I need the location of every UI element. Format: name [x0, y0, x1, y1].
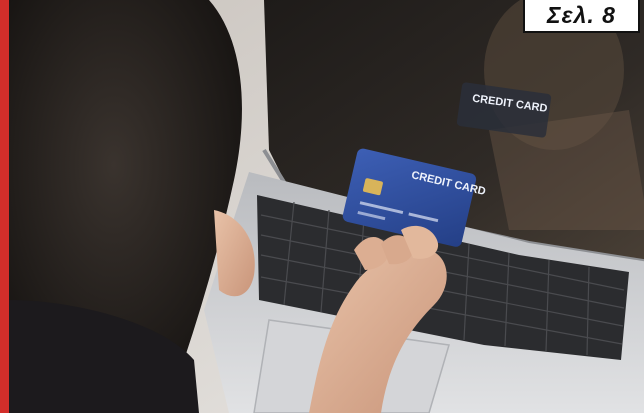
accent-bar — [0, 0, 9, 413]
photo-person-paying-with-credit-card: CREDIT CARD CREDIT CARD — [9, 0, 644, 413]
page-number-badge: Σελ. 8 — [523, 0, 640, 33]
article-photo-frame: CREDIT CARD CREDIT CARD Σελ. 8 — [0, 0, 644, 413]
page-number-label: Σελ. 8 — [547, 2, 616, 28]
